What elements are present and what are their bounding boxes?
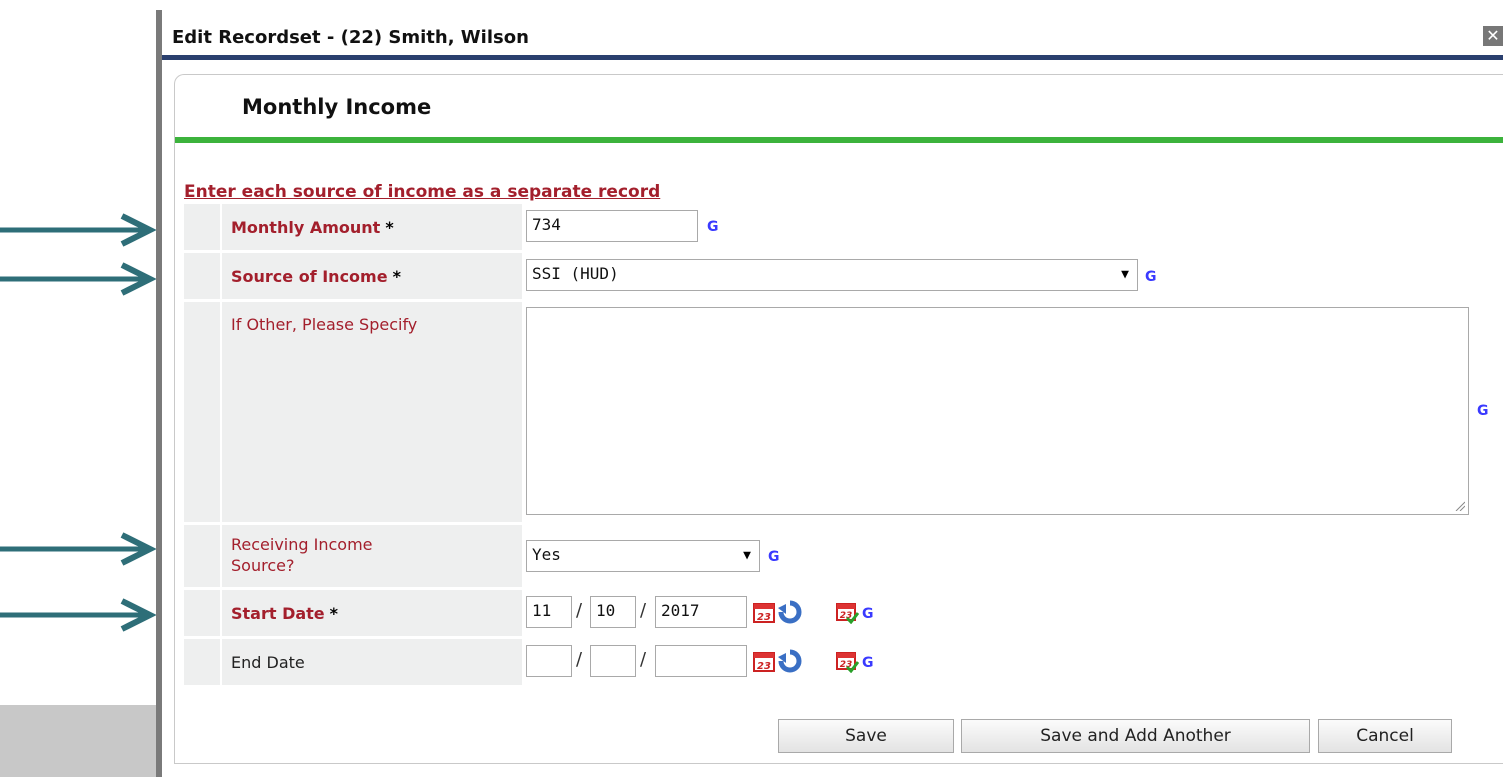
start-date-label: Start Date * [231,604,339,623]
end-date-day-input[interactable] [590,645,636,677]
end-date-month-input[interactable] [526,645,572,677]
start-date-day-input[interactable]: 10 [590,596,636,628]
start-date-year-input[interactable]: 2017 [655,596,747,628]
refresh-icon[interactable] [778,649,802,673]
svg-text:23: 23 [757,661,771,672]
source-of-income-g-link[interactable]: G [1145,269,1157,285]
background-panel [0,705,160,777]
cancel-button[interactable]: Cancel [1318,719,1452,753]
date-separator: / [576,600,583,621]
row-stub [184,590,222,636]
refresh-icon[interactable] [778,600,802,624]
close-icon[interactable]: ✕ [1483,26,1503,46]
monthly-amount-g-link[interactable]: G [707,219,719,235]
arrow-right-icon [0,532,157,566]
receiving-income-g-link[interactable]: G [768,549,780,565]
if-other-label: If Other, Please Specify [231,315,418,334]
panel-header: Monthly Income [175,75,1503,143]
edit-recordset-dialog: Edit Recordset - (22) Smith, Wilson ✕ Mo… [156,10,1503,777]
calendar-icon[interactable]: 23 [752,649,776,673]
save-and-add-another-button[interactable]: Save and Add Another [961,719,1310,753]
end-date-g-link[interactable]: G [862,655,874,671]
row-stub [184,253,222,299]
monthly-income-panel: Monthly Income Enter each source of inco… [174,74,1503,764]
receiving-income-label: Receiving Income Source? [231,535,373,575]
start-date-month-input[interactable]: 11 [526,596,572,628]
arrow-right-icon [0,213,157,247]
end-date-row: End Date [184,639,522,685]
date-separator: / [640,649,647,670]
end-date-label: End Date [231,653,305,672]
receiving-income-select[interactable]: Yes ▼ [526,540,760,572]
monthly-amount-row: Monthly Amount * [184,204,522,250]
resize-handle-icon[interactable] [1455,501,1465,511]
source-of-income-row: Source of Income * [184,253,522,299]
end-date-year-input[interactable] [655,645,747,677]
receiving-income-value: Yes [532,545,561,564]
if-other-textarea[interactable] [526,307,1469,515]
start-date-g-link[interactable]: G [862,606,874,622]
instruction-link[interactable]: Enter each source of income as a separat… [184,182,660,202]
row-stub [184,302,222,522]
arrow-right-icon [0,598,157,632]
calendar-icon[interactable]: 23 [752,600,776,624]
row-stub [184,525,222,587]
calendar-check-icon[interactable]: 23 [835,600,859,624]
chevron-down-icon: ▼ [743,548,751,563]
arrow-right-icon [0,262,157,296]
svg-text:23: 23 [757,612,771,623]
source-of-income-label: Source of Income * [231,267,401,286]
date-separator: / [576,649,583,670]
row-stub [184,204,222,250]
row-stub [184,639,222,685]
save-button[interactable]: Save [778,719,954,753]
start-date-row: Start Date * [184,590,522,636]
date-separator: / [640,600,647,621]
panel-title: Monthly Income [242,95,432,119]
source-of-income-value: SSI (HUD) [532,264,619,283]
if-other-g-link[interactable]: G [1477,403,1489,419]
calendar-check-icon[interactable]: 23 [835,649,859,673]
monthly-amount-input[interactable]: 734 [526,210,698,242]
source-of-income-select[interactable]: SSI (HUD) ▼ [526,259,1138,291]
if-other-row: If Other, Please Specify [184,302,522,522]
dialog-title-bar[interactable]: Edit Recordset - (22) Smith, Wilson ✕ [162,10,1503,60]
dialog-title: Edit Recordset - (22) Smith, Wilson [172,27,529,48]
chevron-down-icon: ▼ [1121,267,1129,282]
receiving-income-row: Receiving Income Source? [184,525,522,587]
monthly-amount-label: Monthly Amount * [231,218,394,237]
